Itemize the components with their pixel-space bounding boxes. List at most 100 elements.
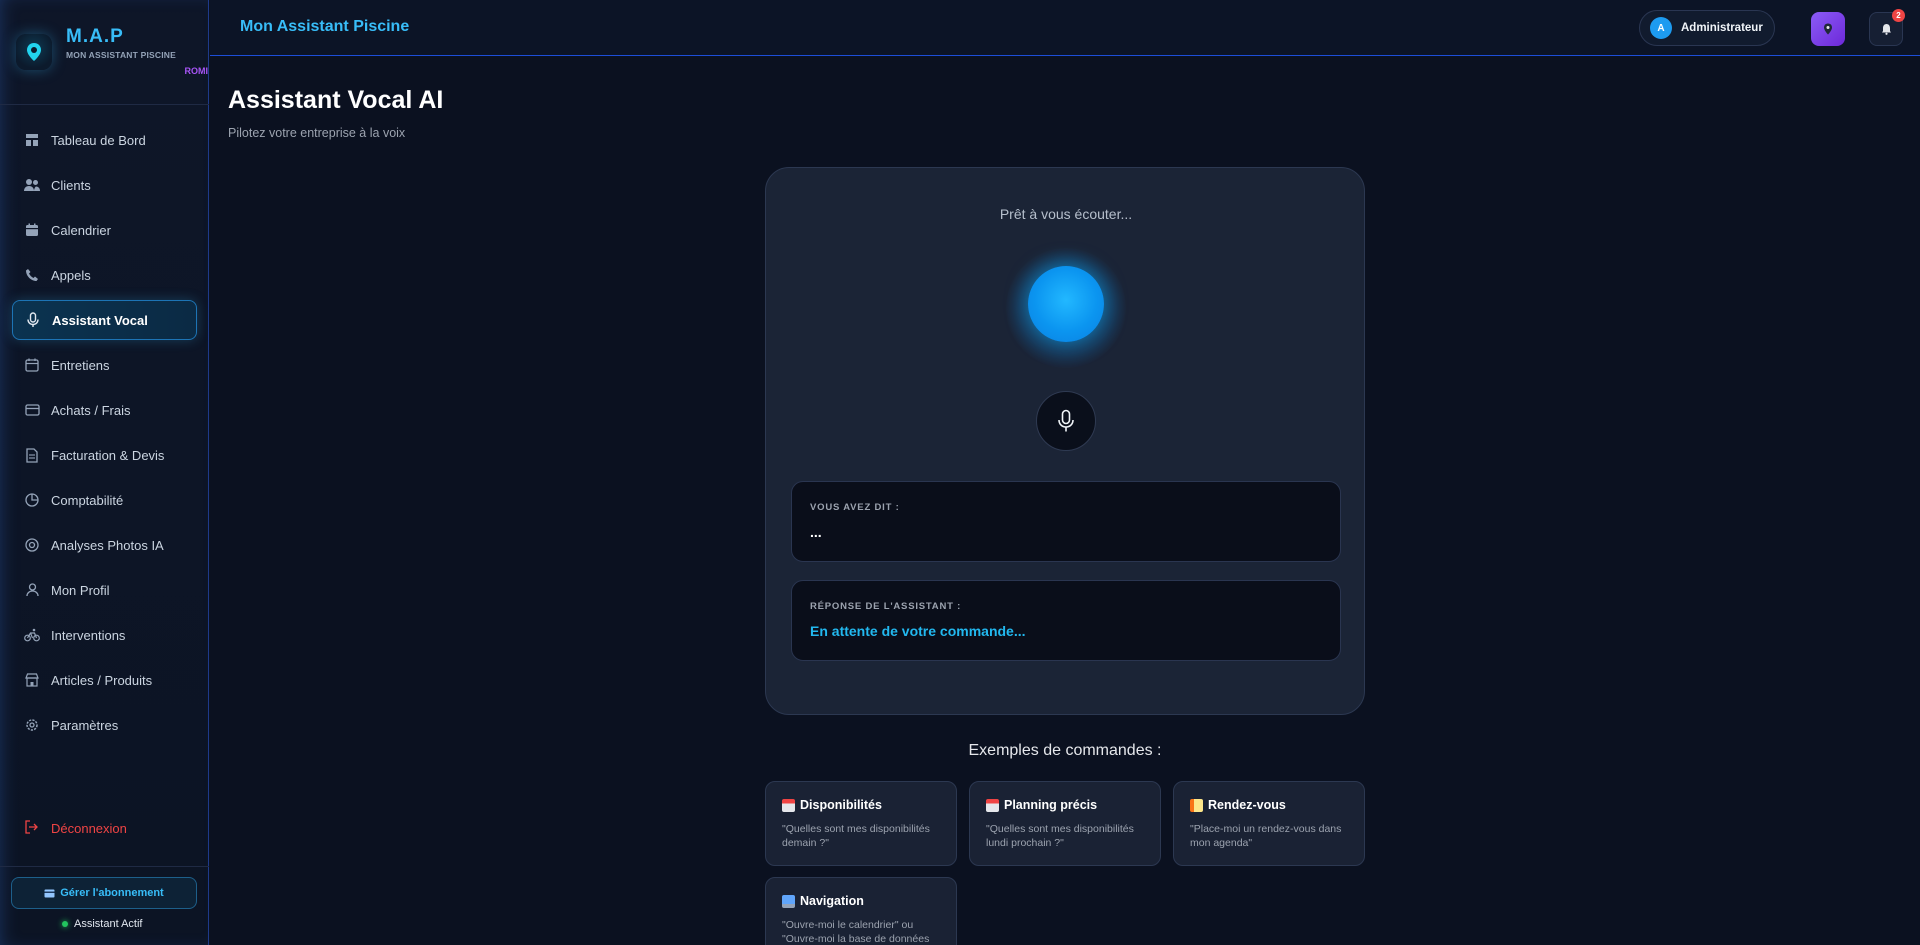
- sidebar-item-label: Appels: [51, 267, 91, 283]
- calendar-emoji-icon: [986, 798, 999, 812]
- phone-icon: [24, 267, 40, 283]
- sidebar-item-label: Facturation & Devis: [51, 447, 165, 463]
- transcript-text: ...: [810, 524, 822, 540]
- calendar-grid-icon: [24, 357, 40, 373]
- bell-icon: [1881, 23, 1892, 35]
- calendar-emoji-icon: [782, 798, 795, 812]
- sidebar-item-label: Clients: [51, 177, 91, 193]
- example-card[interactable]: Rendez-vous "Place-moi un rendez-vous da…: [1173, 781, 1365, 866]
- microphone-button[interactable]: [1036, 391, 1096, 451]
- examples-title: Exemples de commandes :: [968, 742, 1162, 759]
- sidebar-item-label: Comptabilité: [51, 492, 124, 508]
- example-card[interactable]: Navigation "Ouvre-moi le calendrier" ou …: [765, 877, 957, 945]
- voice-orb: [1028, 266, 1104, 342]
- microphone-icon: [25, 312, 41, 328]
- target-icon: [24, 537, 40, 553]
- sidebar-item-articles-produits[interactable]: Articles / Produits: [12, 660, 197, 700]
- divider: [0, 866, 209, 867]
- example-description: "Place-moi un rendez-vous dans mon agend…: [1190, 823, 1342, 849]
- users-icon: [24, 177, 40, 193]
- credit-card-icon: [24, 402, 40, 418]
- dashboard-icon: [24, 132, 40, 148]
- sidebar-item-parametres[interactable]: Paramètres: [12, 705, 197, 745]
- response-text: En attente de votre commande...: [810, 623, 1026, 639]
- example-title: Disponibilités: [800, 798, 882, 812]
- sidebar-item-tableau-de-bord[interactable]: Tableau de Bord: [12, 120, 197, 160]
- transcript-label: VOUS AVEZ DIT :: [810, 502, 900, 513]
- sidebar-item-clients[interactable]: Clients: [12, 165, 197, 205]
- manage-subscription-button[interactable]: Gérer l'abonnement: [11, 877, 197, 909]
- brand-subtitle: MON ASSISTANT PISCINE: [66, 50, 176, 60]
- status-dot-icon: [62, 921, 68, 927]
- listening-status: Prêt à vous écouter...: [999, 206, 1133, 222]
- sidebar-item-label: Interventions: [51, 627, 126, 643]
- voice-assistant-card: Prêt à vous écouter... VOUS AVEZ DIT : .…: [765, 167, 1365, 715]
- memo-emoji-icon: [1190, 798, 1203, 812]
- logout-icon: [24, 820, 40, 836]
- top-header: Mon Assistant Piscine A Administrateur 2: [210, 0, 1920, 56]
- notifications-button[interactable]: 2: [1869, 9, 1905, 46]
- example-card[interactable]: Planning précis "Quelles sont mes dispon…: [969, 781, 1161, 866]
- sidebar-item-comptabilite[interactable]: Comptabilité: [12, 480, 197, 520]
- sidebar-item-assistant-vocal[interactable]: Assistant Vocal: [12, 300, 197, 340]
- assistant-response-panel: RÉPONSE DE L'ASSISTANT : En attente de v…: [791, 580, 1341, 661]
- header-title: Mon Assistant Piscine: [240, 18, 410, 35]
- assistant-status-label: Assistant Actif: [74, 918, 143, 930]
- example-description: "Ouvre-moi le calendrier" ou "Ouvre-moi …: [782, 919, 930, 945]
- logo-icon: [16, 34, 52, 70]
- sidebar-item-facturation-devis[interactable]: Facturation & Devis: [12, 435, 197, 475]
- logout-button[interactable]: Déconnexion: [12, 808, 197, 848]
- credit-card-icon: [44, 889, 55, 898]
- example-card[interactable]: Disponibilités "Quelles sont mes disponi…: [765, 781, 957, 866]
- bike-icon: [24, 627, 40, 643]
- sidebar-item-label: Calendrier: [51, 222, 111, 238]
- brand-tag: ROMI: [184, 66, 209, 76]
- sidebar-item-calendrier[interactable]: Calendrier: [12, 210, 197, 250]
- pie-chart-icon: [24, 492, 40, 508]
- microphone-icon: [1057, 409, 1075, 433]
- document-icon: [24, 447, 40, 463]
- sidebar-item-appels[interactable]: Appels: [12, 255, 197, 295]
- brand-title: M.A.P: [66, 26, 124, 47]
- sidebar-item-label: Assistant Vocal: [52, 312, 148, 328]
- response-label: RÉPONSE DE L'ASSISTANT :: [810, 601, 962, 612]
- logout-label: Déconnexion: [51, 820, 127, 836]
- manage-subscription-label: Gérer l'abonnement: [60, 887, 164, 899]
- user-icon: [24, 582, 40, 598]
- sidebar: M.A.P MON ASSISTANT PISCINE ROMI Tableau…: [0, 0, 209, 945]
- example-description: "Quelles sont mes disponibilités lundi p…: [986, 823, 1134, 849]
- example-title: Rendez-vous: [1208, 798, 1286, 812]
- example-description: "Quelles sont mes disponibilités demain …: [782, 823, 930, 849]
- user-menu[interactable]: A Administrateur: [1639, 10, 1775, 46]
- sidebar-item-label: Tableau de Bord: [51, 132, 146, 148]
- location-pin-icon: [1823, 23, 1833, 35]
- example-title: Planning précis: [1004, 798, 1098, 812]
- location-button[interactable]: [1811, 12, 1845, 46]
- store-icon: [24, 672, 40, 688]
- notification-badge: 2: [1892, 9, 1905, 22]
- sidebar-item-analyses-photos-ia[interactable]: Analyses Photos IA: [12, 525, 197, 565]
- assistant-status: Assistant Actif: [62, 918, 142, 930]
- transcript-panel: VOUS AVEZ DIT : ...: [791, 481, 1341, 562]
- sidebar-item-mon-profil[interactable]: Mon Profil: [12, 570, 197, 610]
- sidebar-item-label: Mon Profil: [51, 582, 110, 598]
- sidebar-item-label: Articles / Produits: [51, 672, 153, 688]
- page-title: Assistant Vocal AI: [228, 86, 444, 114]
- avatar: A: [1650, 17, 1672, 39]
- page-subtitle: Pilotez votre entreprise à la voix: [228, 126, 406, 140]
- sidebar-nav: Tableau de Bord Clients Calendrier Appel…: [12, 120, 197, 750]
- calendar-icon: [24, 222, 40, 238]
- brand[interactable]: M.A.P MON ASSISTANT PISCINE ROMI: [16, 26, 208, 80]
- computer-emoji-icon: [782, 894, 795, 908]
- sidebar-item-achats-frais[interactable]: Achats / Frais: [12, 390, 197, 430]
- example-title: Navigation: [800, 894, 864, 908]
- user-name: Administrateur: [1681, 22, 1763, 34]
- sidebar-item-label: Achats / Frais: [51, 402, 131, 418]
- sidebar-item-entretiens[interactable]: Entretiens: [12, 345, 197, 385]
- sidebar-item-label: Analyses Photos IA: [51, 537, 164, 553]
- sidebar-item-label: Entretiens: [51, 357, 110, 373]
- gear-icon: [24, 717, 40, 733]
- divider: [0, 104, 209, 105]
- sidebar-item-label: Paramètres: [51, 717, 119, 733]
- sidebar-item-interventions[interactable]: Interventions: [12, 615, 197, 655]
